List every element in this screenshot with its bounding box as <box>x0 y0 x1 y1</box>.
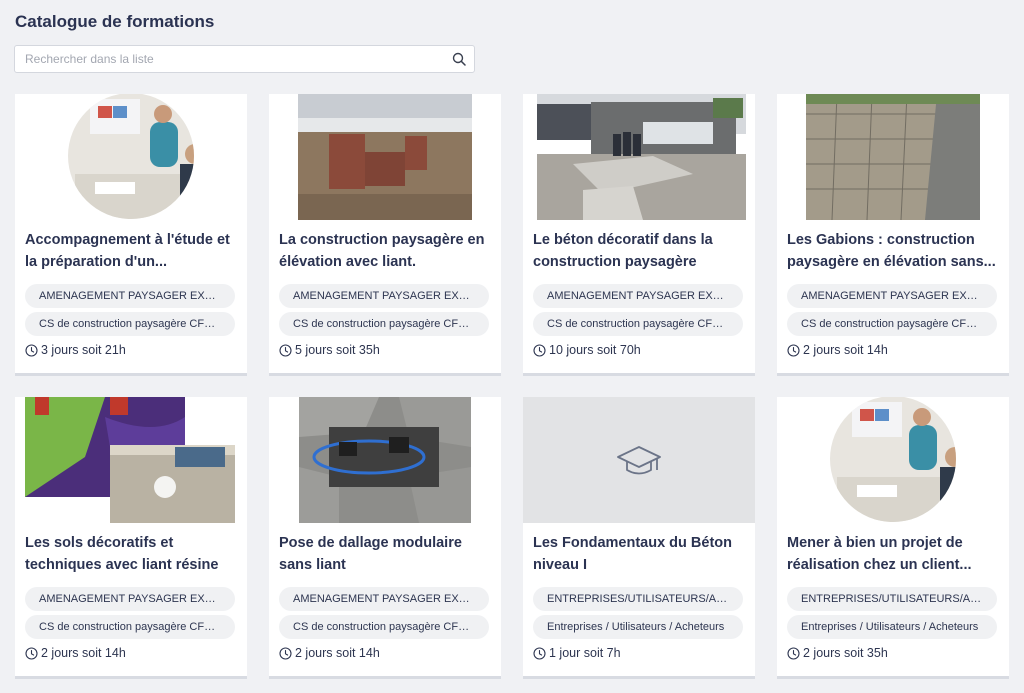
category-tag: AMENAGEMENT PAYSAGER EXTERIEUR <box>533 284 743 308</box>
category-tag: AMENAGEMENT PAYSAGER EXTERIEUR <box>787 284 997 308</box>
page-title: Catalogue de formations <box>15 12 215 31</box>
clock-icon <box>279 646 292 660</box>
category-tag: ENTREPRISES/UTILISATEURS/ACHETEURS <box>787 587 997 611</box>
duration-text: 2 jours soit 35h <box>803 646 888 660</box>
duration-text: 2 jours soit 14h <box>803 343 888 357</box>
program-tag: CS de construction paysagère CFPPA <box>279 615 489 639</box>
training-title: La construction paysagère en élévation a… <box>279 232 485 270</box>
training-image <box>777 94 1009 220</box>
duration: 1 jour soit 7h <box>533 646 621 660</box>
program-tag: CS de construction paysagère CFPPA <box>533 312 743 336</box>
training-image <box>269 397 501 523</box>
duration: 10 jours soit 70h <box>533 343 641 357</box>
duration-text: 2 jours soit 14h <box>41 646 126 660</box>
training-title: Le béton décoratif dans la construction … <box>533 232 713 270</box>
duration: 2 jours soit 35h <box>787 646 888 660</box>
category-tag: AMENAGEMENT PAYSAGER EXTERIEUR <box>25 587 235 611</box>
category-tag: AMENAGEMENT PAYSAGER EXTERIEUR <box>279 587 489 611</box>
program-tag: Entreprises / Utilisateurs / Acheteurs <box>787 615 997 639</box>
training-card[interactable]: Les sols décoratifs et techniques avec l… <box>15 397 247 678</box>
training-title: Les sols décoratifs et techniques avec l… <box>25 535 219 573</box>
duration-text: 5 jours soit 35h <box>295 343 380 357</box>
category-tag: AMENAGEMENT PAYSAGER EXTERIEUR <box>25 284 235 308</box>
duration-text: 3 jours soit 21h <box>41 343 126 357</box>
training-title: Mener à bien un projet de réalisation ch… <box>787 535 972 573</box>
clock-icon <box>25 343 38 357</box>
duration: 2 jours soit 14h <box>279 646 380 660</box>
training-title: Les Fondamentaux du Béton niveau I <box>533 535 732 573</box>
duration-text: 1 jour soit 7h <box>549 646 621 660</box>
training-card[interactable]: Accompagnement à l'étude et la préparati… <box>15 94 247 375</box>
search-box[interactable] <box>14 45 475 73</box>
training-image <box>15 94 247 220</box>
training-title: Les Gabions : construction paysagère en … <box>787 232 996 270</box>
duration-text: 10 jours soit 70h <box>549 343 641 357</box>
training-image <box>15 397 247 523</box>
clock-icon <box>533 343 546 357</box>
clock-icon <box>25 646 38 660</box>
category-tag: AMENAGEMENT PAYSAGER EXTERIEUR <box>279 284 489 308</box>
clock-icon <box>279 343 292 357</box>
clock-icon <box>533 646 546 660</box>
training-image <box>523 397 755 523</box>
duration: 3 jours soit 21h <box>25 343 126 357</box>
program-tag: CS de construction paysagère CFPPA <box>25 312 235 336</box>
duration: 2 jours soit 14h <box>25 646 126 660</box>
category-tag: ENTREPRISES/UTILISATEURS/ACHETEURS <box>533 587 743 611</box>
search-input[interactable] <box>25 46 445 72</box>
search-icon[interactable] <box>452 52 466 66</box>
clock-icon <box>787 646 800 660</box>
clock-icon <box>787 343 800 357</box>
program-tag: CS de construction paysagère CFPPA <box>787 312 997 336</box>
training-image <box>269 94 501 220</box>
training-card[interactable]: Mener à bien un projet de réalisation ch… <box>777 397 1009 678</box>
training-card[interactable]: Les Gabions : construction paysagère en … <box>777 94 1009 375</box>
duration: 2 jours soit 14h <box>787 343 888 357</box>
training-title: Pose de dallage modulaire sans liant <box>279 535 462 573</box>
duration: 5 jours soit 35h <box>279 343 380 357</box>
program-tag: CS de construction paysagère CFPPA <box>279 312 489 336</box>
training-card[interactable]: Pose de dallage modulaire sans liant AME… <box>269 397 501 678</box>
training-image <box>777 397 1009 523</box>
training-title: Accompagnement à l'étude et la préparati… <box>25 232 230 270</box>
program-tag: CS de construction paysagère CFPPA <box>25 615 235 639</box>
program-tag: Entreprises / Utilisateurs / Acheteurs <box>533 615 743 639</box>
training-card[interactable]: Les Fondamentaux du Béton niveau I ENTRE… <box>523 397 755 678</box>
training-grid: Accompagnement à l'étude et la préparati… <box>15 94 1009 678</box>
training-card[interactable]: Le béton décoratif dans la construction … <box>523 94 755 375</box>
duration-text: 2 jours soit 14h <box>295 646 380 660</box>
training-image <box>523 94 755 220</box>
training-card[interactable]: La construction paysagère en élévation a… <box>269 94 501 375</box>
